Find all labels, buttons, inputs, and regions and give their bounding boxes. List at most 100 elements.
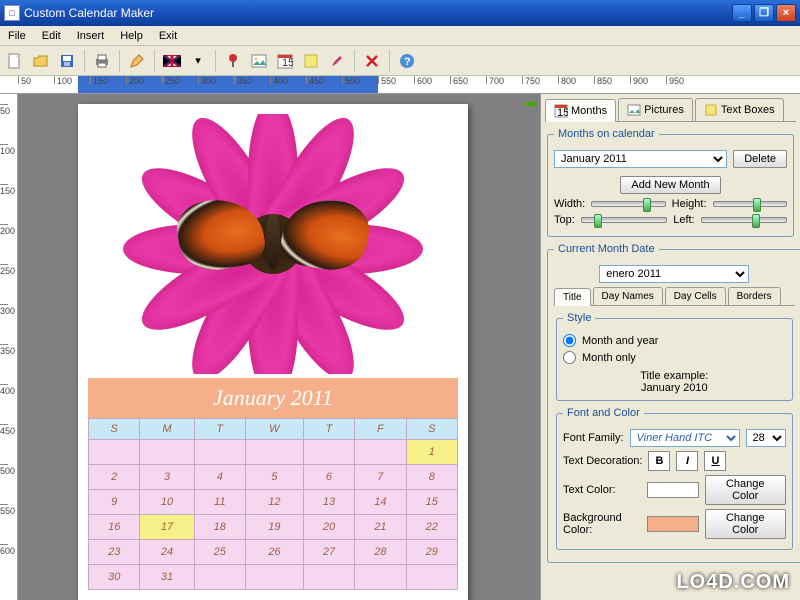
day-cell[interactable]: 5 <box>245 465 303 490</box>
day-cell[interactable]: 22 <box>406 515 457 540</box>
day-cell[interactable]: 11 <box>194 490 245 515</box>
radio-month-only[interactable] <box>563 351 576 364</box>
width-slider[interactable] <box>591 201 665 207</box>
month-select[interactable]: January 2011 <box>554 150 727 168</box>
day-cell[interactable] <box>140 440 194 465</box>
day-cell[interactable]: 14 <box>355 490 406 515</box>
current-month-select[interactable]: enero 2011 <box>599 265 749 283</box>
day-cell[interactable] <box>245 440 303 465</box>
day-cell[interactable]: 3 <box>140 465 194 490</box>
day-cell[interactable]: 24 <box>140 540 194 565</box>
note-icon <box>704 103 718 117</box>
day-cell[interactable] <box>355 565 406 590</box>
day-cell[interactable]: 28 <box>355 540 406 565</box>
day-cell[interactable] <box>303 565 354 590</box>
image-icon[interactable] <box>248 50 270 72</box>
print-button[interactable] <box>91 50 113 72</box>
delete-icon[interactable] <box>361 50 383 72</box>
day-cell[interactable]: 20 <box>303 515 354 540</box>
day-cell[interactable]: 27 <box>303 540 354 565</box>
subtabs: Title Day Names Day Cells Borders <box>554 287 795 306</box>
top-slider[interactable] <box>581 217 667 223</box>
day-cell[interactable]: 15 <box>406 490 457 515</box>
day-cell[interactable]: 1 <box>406 440 457 465</box>
menu-file[interactable]: File <box>0 28 34 44</box>
day-cell[interactable]: 30 <box>89 565 140 590</box>
underline-button[interactable]: U <box>704 451 726 471</box>
day-cell[interactable] <box>406 565 457 590</box>
subtab-borders[interactable]: Borders <box>728 287 781 305</box>
calendar-page[interactable]: January 2011 SMTWTFS 1234567891011121314… <box>78 104 468 600</box>
day-cell[interactable]: 21 <box>355 515 406 540</box>
day-cell[interactable]: 31 <box>140 565 194 590</box>
calendar-grid[interactable]: SMTWTFS 12345678910111213141516171819202… <box>88 418 458 590</box>
flag-icon[interactable] <box>161 50 183 72</box>
menu-help[interactable]: Help <box>112 28 151 44</box>
change-text-color-button[interactable]: Change Color <box>705 475 786 505</box>
change-bg-color-button[interactable]: Change Color <box>705 509 786 539</box>
day-cell[interactable]: 4 <box>194 465 245 490</box>
new-button[interactable] <box>4 50 26 72</box>
subtab-daynames[interactable]: Day Names <box>593 287 663 305</box>
menu-exit[interactable]: Exit <box>151 28 185 44</box>
day-cell[interactable]: 18 <box>194 515 245 540</box>
title-example-value: January 2010 <box>563 382 786 394</box>
save-button[interactable] <box>56 50 78 72</box>
subtab-title[interactable]: Title <box>554 288 591 306</box>
tab-months[interactable]: 15Months <box>545 99 616 122</box>
day-cell[interactable]: 25 <box>194 540 245 565</box>
font-family-select[interactable]: Viner Hand ITC <box>630 429 740 447</box>
canvas[interactable]: January 2011 SMTWTFS 1234567891011121314… <box>18 94 540 600</box>
left-label: Left: <box>673 214 694 226</box>
day-cell[interactable]: 13 <box>303 490 354 515</box>
add-new-month-button[interactable]: Add New Month <box>620 176 720 194</box>
height-slider[interactable] <box>713 201 787 207</box>
delete-button[interactable]: Delete <box>733 150 787 168</box>
radio-month-year[interactable] <box>563 334 576 347</box>
day-cell[interactable]: 16 <box>89 515 140 540</box>
subtab-daycells[interactable]: Day Cells <box>665 287 726 305</box>
menu-insert[interactable]: Insert <box>69 28 113 44</box>
brush-icon[interactable] <box>326 50 348 72</box>
day-cell[interactable]: 23 <box>89 540 140 565</box>
note-icon[interactable] <box>300 50 322 72</box>
pin-icon[interactable] <box>222 50 244 72</box>
day-cell[interactable]: 19 <box>245 515 303 540</box>
day-cell[interactable]: 29 <box>406 540 457 565</box>
day-cell[interactable] <box>303 440 354 465</box>
day-cell[interactable]: 26 <box>245 540 303 565</box>
bold-button[interactable]: B <box>648 451 670 471</box>
close-button[interactable]: × <box>776 4 796 22</box>
menu-edit[interactable]: Edit <box>34 28 69 44</box>
flag-dropdown-icon[interactable]: ▾ <box>187 50 209 72</box>
day-cell[interactable] <box>194 565 245 590</box>
day-cell[interactable]: 6 <box>303 465 354 490</box>
calendar-title[interactable]: January 2011 <box>88 378 458 418</box>
pencil-icon[interactable] <box>126 50 148 72</box>
day-cell[interactable] <box>194 440 245 465</box>
day-cell[interactable]: 9 <box>89 490 140 515</box>
minimize-button[interactable]: _ <box>732 4 752 22</box>
tab-pictures[interactable]: Pictures <box>618 98 693 121</box>
maximize-button[interactable]: ❐ <box>754 4 774 22</box>
calendar-icon[interactable]: 15 <box>274 50 296 72</box>
day-cell[interactable] <box>89 440 140 465</box>
italic-button[interactable]: I <box>676 451 698 471</box>
left-slider[interactable] <box>701 217 787 223</box>
open-button[interactable] <box>30 50 52 72</box>
day-cell[interactable]: 10 <box>140 490 194 515</box>
panel-arrow-icon[interactable]: ➡ <box>525 94 538 114</box>
font-size-select[interactable]: 28 <box>746 429 786 447</box>
day-cell[interactable]: 12 <box>245 490 303 515</box>
day-cell[interactable] <box>355 440 406 465</box>
day-cell[interactable]: 17 <box>140 515 194 540</box>
day-cell[interactable]: 7 <box>355 465 406 490</box>
day-header: S <box>406 419 457 440</box>
help-icon[interactable]: ? <box>396 50 418 72</box>
calendar-photo[interactable] <box>88 114 458 374</box>
day-cell[interactable] <box>245 565 303 590</box>
tab-textboxes[interactable]: Text Boxes <box>695 98 784 121</box>
top-label: Top: <box>554 214 575 226</box>
day-cell[interactable]: 2 <box>89 465 140 490</box>
day-cell[interactable]: 8 <box>406 465 457 490</box>
